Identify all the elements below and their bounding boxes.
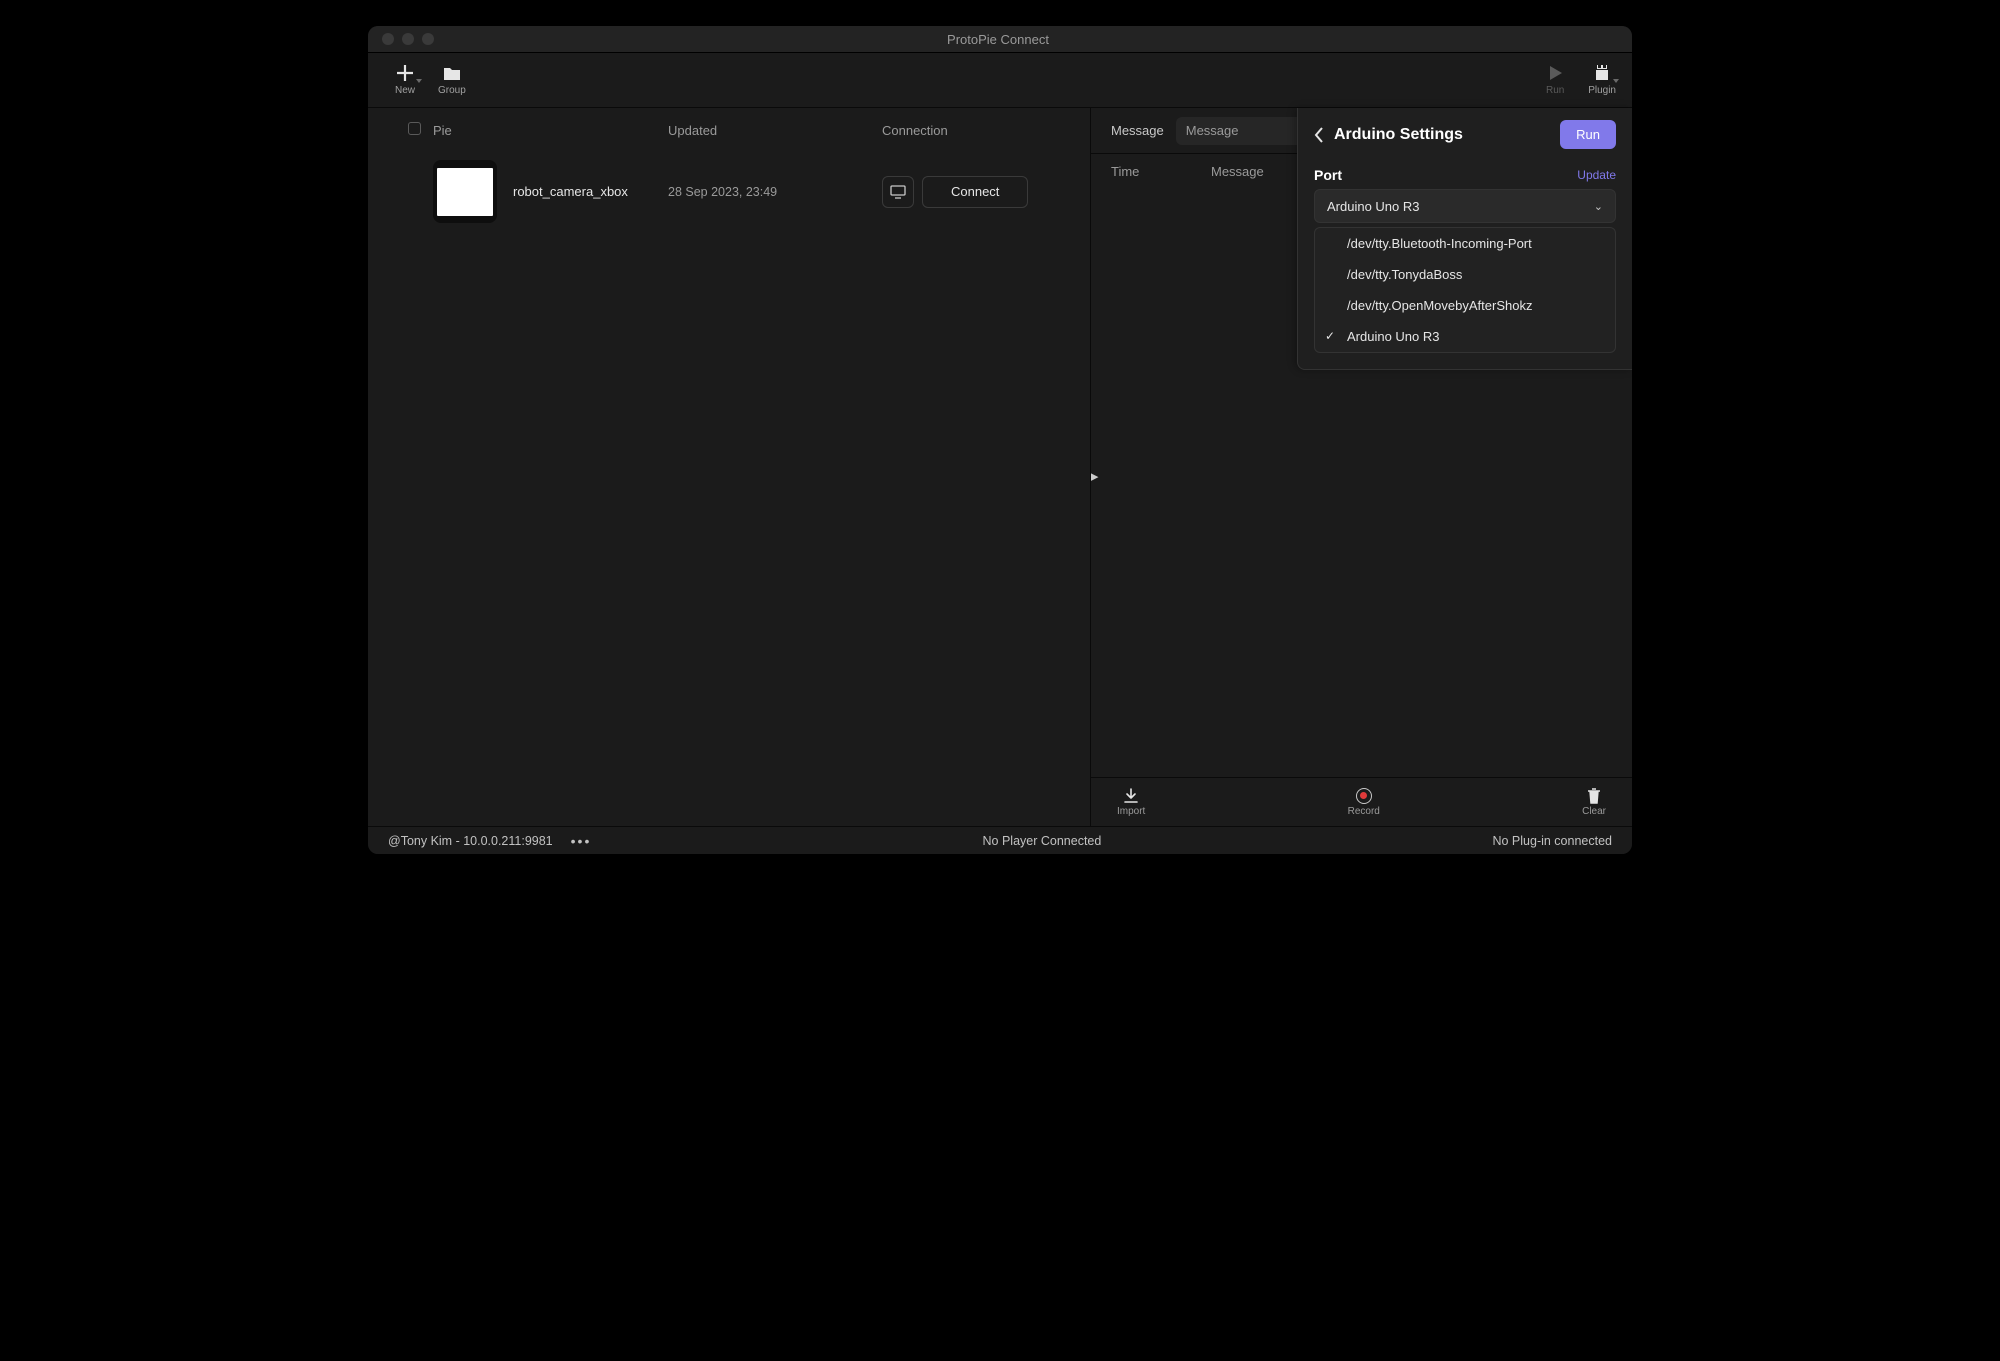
- more-menu-button[interactable]: •••: [571, 834, 592, 848]
- plugin-icon: [1591, 64, 1613, 82]
- project-updated: 28 Sep 2023, 23:49: [668, 185, 882, 199]
- import-icon: [1123, 788, 1139, 804]
- plus-icon: [394, 64, 416, 82]
- project-thumbnail: [433, 160, 497, 223]
- content-area: Pie Updated Connection robot_camera_xbox…: [368, 108, 1632, 826]
- run-toolbar-button[interactable]: Run: [1544, 64, 1566, 96]
- plugin-button[interactable]: Plugin: [1588, 64, 1616, 96]
- play-icon: [1544, 64, 1566, 82]
- trash-icon: [1587, 788, 1601, 804]
- col-pie: Pie: [433, 123, 668, 138]
- monitor-icon: [890, 185, 906, 199]
- window-title: ProtoPie Connect: [378, 32, 1618, 47]
- port-dropdown: /dev/tty.Bluetooth-Incoming-Port /dev/tt…: [1314, 227, 1616, 353]
- chevron-down-icon: ⌄: [1594, 200, 1603, 213]
- clear-button[interactable]: Clear: [1572, 788, 1616, 817]
- port-select[interactable]: Arduino Uno R3 ⌄: [1314, 189, 1616, 223]
- main-toolbar: New Group Run Plugin: [368, 53, 1632, 108]
- port-label: Port: [1314, 167, 1342, 183]
- port-option[interactable]: Arduino Uno R3: [1315, 321, 1615, 352]
- preview-device-button[interactable]: [882, 176, 914, 208]
- update-link[interactable]: Update: [1577, 168, 1616, 182]
- app-window: ProtoPie Connect New Group: [368, 26, 1632, 854]
- record-button[interactable]: Record: [1338, 788, 1390, 817]
- col-time: Time: [1111, 164, 1211, 179]
- new-label: New: [395, 85, 415, 96]
- select-all-checkbox[interactable]: [408, 122, 421, 135]
- column-headers: Pie Updated Connection: [368, 108, 1090, 150]
- group-label: Group: [438, 85, 466, 96]
- titlebar: ProtoPie Connect: [368, 26, 1632, 53]
- new-button[interactable]: New: [394, 64, 416, 96]
- status-bar: @Tony Kim - 10.0.0.211:9981 ••• No Playe…: [368, 826, 1632, 854]
- port-selected-value: Arduino Uno R3: [1327, 199, 1420, 214]
- back-button[interactable]: [1314, 127, 1324, 143]
- project-list-pane: Pie Updated Connection robot_camera_xbox…: [368, 108, 1090, 826]
- message-pane: Message Message Time Message Import Reco…: [1090, 108, 1632, 826]
- panel-title: Arduino Settings: [1334, 126, 1463, 144]
- port-option[interactable]: /dev/tty.TonydaBoss: [1315, 259, 1615, 290]
- status-user: @Tony Kim - 10.0.0.211:9981: [388, 834, 553, 848]
- plugin-label: Plugin: [1588, 85, 1616, 96]
- status-player: No Player Connected: [983, 834, 1102, 848]
- port-option[interactable]: /dev/tty.OpenMovebyAfterShokz: [1315, 290, 1615, 321]
- run-label: Run: [1546, 85, 1564, 96]
- project-name: robot_camera_xbox: [513, 184, 628, 199]
- message-label: Message: [1111, 123, 1164, 138]
- port-option[interactable]: /dev/tty.Bluetooth-Incoming-Port: [1315, 228, 1615, 259]
- chevron-left-icon: [1314, 127, 1324, 143]
- col-connection: Connection: [882, 123, 1070, 138]
- record-icon: [1356, 788, 1372, 804]
- folder-icon: [441, 64, 463, 82]
- status-plugin: No Plug-in connected: [1492, 834, 1612, 848]
- import-button[interactable]: Import: [1107, 788, 1155, 817]
- group-button[interactable]: Group: [438, 64, 466, 96]
- panel-run-button[interactable]: Run: [1560, 120, 1616, 149]
- arduino-settings-panel: Arduino Settings Run Port Update Arduino…: [1297, 108, 1632, 370]
- col-updated: Updated: [668, 123, 882, 138]
- message-toolbar: Import Record Clear: [1091, 777, 1632, 826]
- project-row[interactable]: robot_camera_xbox 28 Sep 2023, 23:49 Con…: [368, 150, 1090, 233]
- connect-button[interactable]: Connect: [922, 176, 1028, 208]
